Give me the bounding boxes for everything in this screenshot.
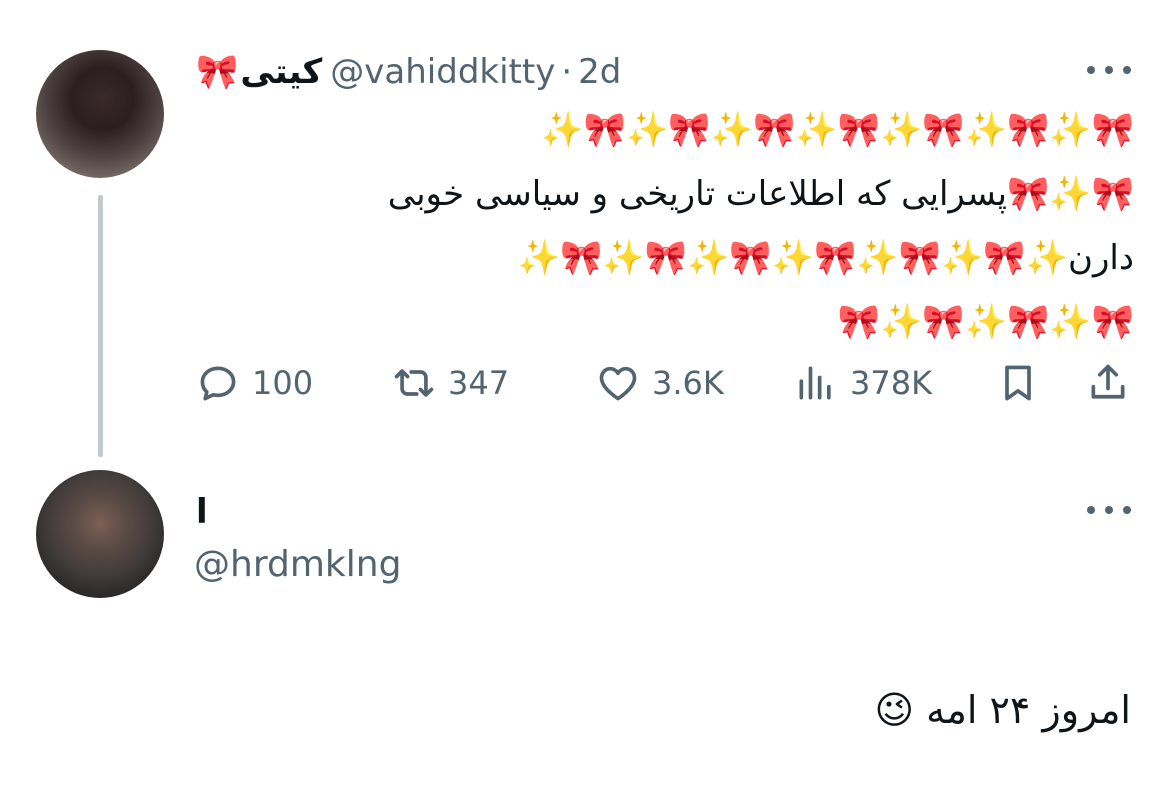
share-button[interactable] <box>1086 358 1130 408</box>
bookmark-icon <box>1005 365 1031 401</box>
reply-icon <box>200 366 236 401</box>
share-icon <box>1091 364 1125 399</box>
reply-text: امروز ۲۴ امه 😉 <box>874 688 1131 732</box>
avatar[interactable] <box>36 470 164 598</box>
views-icon <box>799 366 831 400</box>
reply-display-name[interactable]: l <box>196 490 208 534</box>
reply-count: 100 <box>252 364 314 402</box>
reply-user-handle[interactable]: @hrdmklng <box>194 540 401 590</box>
reply-button[interactable]: 100 <box>196 358 313 408</box>
thread-connector-line <box>98 195 103 457</box>
more-icon[interactable] <box>1087 500 1131 520</box>
like-count: 3.6K <box>652 364 724 402</box>
retweet-icon <box>394 369 434 397</box>
more-icon[interactable] <box>1087 60 1131 80</box>
tweet-text-line: 🎀✨🎀پسرایی که اطلاعات تاریخی و سیاسی خوبی <box>387 174 1134 214</box>
retweet-button[interactable]: 347 <box>392 358 509 408</box>
separator-dot: · <box>561 52 573 92</box>
views-button[interactable]: 378K <box>794 358 932 408</box>
timestamp[interactable]: 2d <box>578 52 621 92</box>
tweet-header: 🎀 کیتی @vahiddkitty · 2d <box>196 44 621 100</box>
display-name: کیتی <box>240 52 323 92</box>
like-button[interactable]: 3.6K <box>596 358 724 408</box>
tweet-actions-bar: 100 347 3.6K 378K <box>196 358 1136 408</box>
tweet-text-line: 🎀✨🎀✨🎀✨🎀✨🎀✨🎀✨🎀✨ <box>541 110 1134 150</box>
heart-icon <box>599 366 637 401</box>
views-count: 378K <box>850 364 933 402</box>
bookmark-button[interactable] <box>996 358 1040 408</box>
retweet-count: 347 <box>448 364 510 402</box>
bow-emoji: 🎀 <box>196 52 239 92</box>
tweet-text: 🎀✨🎀✨🎀✨🎀✨🎀✨🎀✨🎀✨ 🎀✨🎀پسرایی که اطلاعات تاری… <box>200 98 1134 354</box>
avatar[interactable] <box>36 50 164 178</box>
tweet-text-line: 🎀✨🎀✨🎀✨🎀 <box>837 302 1134 342</box>
tweet-text-line: دارن✨🎀✨🎀✨🎀✨🎀✨🎀✨🎀✨ <box>517 238 1134 278</box>
display-name-link[interactable]: 🎀 کیتی <box>196 52 330 92</box>
user-handle[interactable]: @vahiddkitty <box>330 52 555 92</box>
